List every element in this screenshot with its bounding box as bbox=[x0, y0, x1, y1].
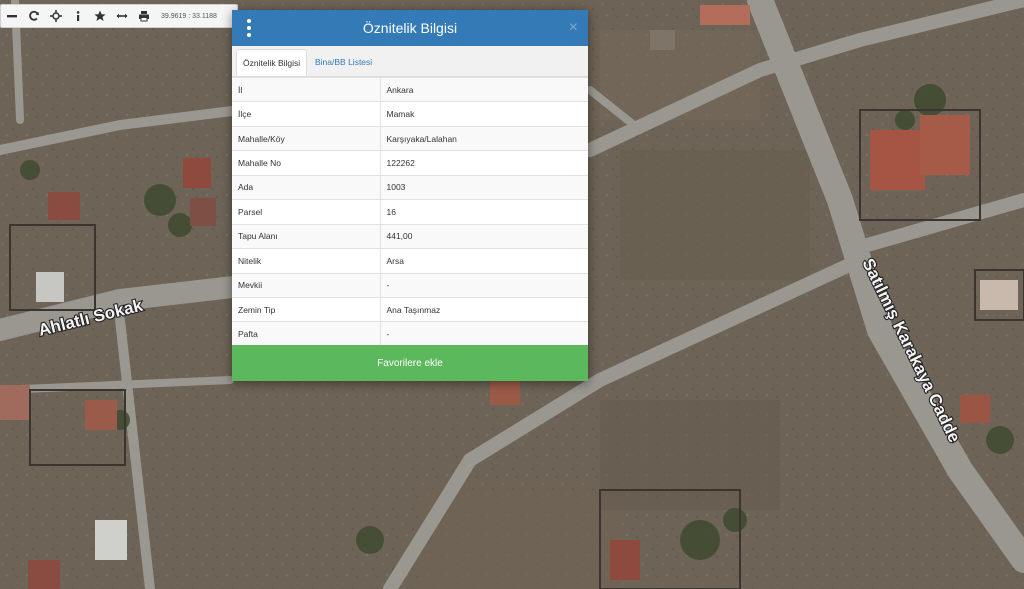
table-row: Mahalle/Köy Karşıyaka/Lalahan bbox=[232, 125, 588, 151]
table-row: Mahalle No 122262 bbox=[232, 150, 588, 176]
minus-icon[interactable] bbox=[1, 5, 23, 27]
info-icon[interactable] bbox=[67, 5, 89, 27]
table-row: İl Ankara bbox=[232, 76, 588, 102]
tab-building-list[interactable]: Bina/BB Listesi bbox=[309, 49, 378, 76]
table-row: Zemin Tip Ana Taşınmaz bbox=[232, 296, 588, 322]
attribute-value: 16 bbox=[380, 199, 588, 225]
attribute-key: Pafta bbox=[232, 321, 381, 347]
attribute-value: 441,00 bbox=[380, 223, 588, 249]
attribute-value: Arsa bbox=[380, 248, 588, 273]
attribute-key: Zemin Tip bbox=[232, 296, 381, 322]
table-row: Pafta - bbox=[232, 321, 588, 347]
attribute-key: Ada bbox=[232, 174, 381, 200]
add-to-favorites-button[interactable]: Favorilere ekle bbox=[232, 345, 588, 381]
table-row: Tapu Alanı 441,00 bbox=[232, 223, 588, 249]
close-icon[interactable]: × bbox=[569, 18, 578, 38]
attribute-value: 1003 bbox=[380, 174, 588, 200]
attribute-info-dialog: Öznitelik Bilgisi × Öznitelik Bilgisi Bi… bbox=[232, 10, 588, 381]
attribute-value: Ana Taşınmaz bbox=[380, 296, 588, 322]
dialog-title: Öznitelik Bilgisi bbox=[362, 20, 458, 36]
attribute-value: 122262 bbox=[380, 150, 588, 176]
attribute-value: Karşıyaka/Lalahan bbox=[380, 125, 588, 151]
move-icon[interactable] bbox=[45, 5, 67, 27]
attribute-key: Mahalle/Köy bbox=[232, 125, 381, 151]
table-row: İlçe Mamak bbox=[232, 101, 588, 127]
table-row: Mevkii - bbox=[232, 272, 588, 298]
star-icon[interactable] bbox=[89, 5, 111, 27]
attribute-value: Mamak bbox=[380, 101, 588, 127]
refresh-icon[interactable] bbox=[23, 5, 45, 27]
measure-icon[interactable] bbox=[111, 5, 133, 27]
print-icon[interactable] bbox=[133, 5, 155, 27]
coordinate-readout: 39.9619 : 33.1188 bbox=[161, 12, 217, 20]
map-toolbar: 39.9619 : 33.1188 bbox=[0, 4, 238, 28]
dialog-tabs: Öznitelik Bilgisi Bina/BB Listesi bbox=[232, 46, 588, 77]
kebab-menu-icon[interactable] bbox=[242, 19, 256, 37]
dialog-header: Öznitelik Bilgisi × bbox=[232, 10, 588, 46]
table-row: Ada 1003 bbox=[232, 174, 588, 200]
table-row: Parsel 16 bbox=[232, 199, 588, 225]
attribute-key: Mahalle No bbox=[232, 150, 381, 176]
attribute-key: Tapu Alanı bbox=[232, 223, 381, 249]
attribute-value: Ankara bbox=[380, 76, 588, 102]
attribute-value: - bbox=[380, 321, 588, 347]
attribute-key: İlçe bbox=[232, 101, 381, 127]
attribute-key: Nitelik bbox=[232, 248, 381, 273]
tab-attribute-info[interactable]: Öznitelik Bilgisi bbox=[236, 49, 308, 76]
attribute-key: Mevkii bbox=[232, 272, 381, 298]
attribute-key: İl bbox=[232, 76, 381, 102]
attribute-key: Parsel bbox=[232, 199, 381, 225]
table-row: Nitelik Arsa bbox=[232, 248, 588, 273]
attribute-value: - bbox=[380, 272, 588, 298]
attribute-table: İl Ankara İlçe Mamak Mahalle/Köy Karşıyaka/La… bbox=[232, 76, 588, 347]
